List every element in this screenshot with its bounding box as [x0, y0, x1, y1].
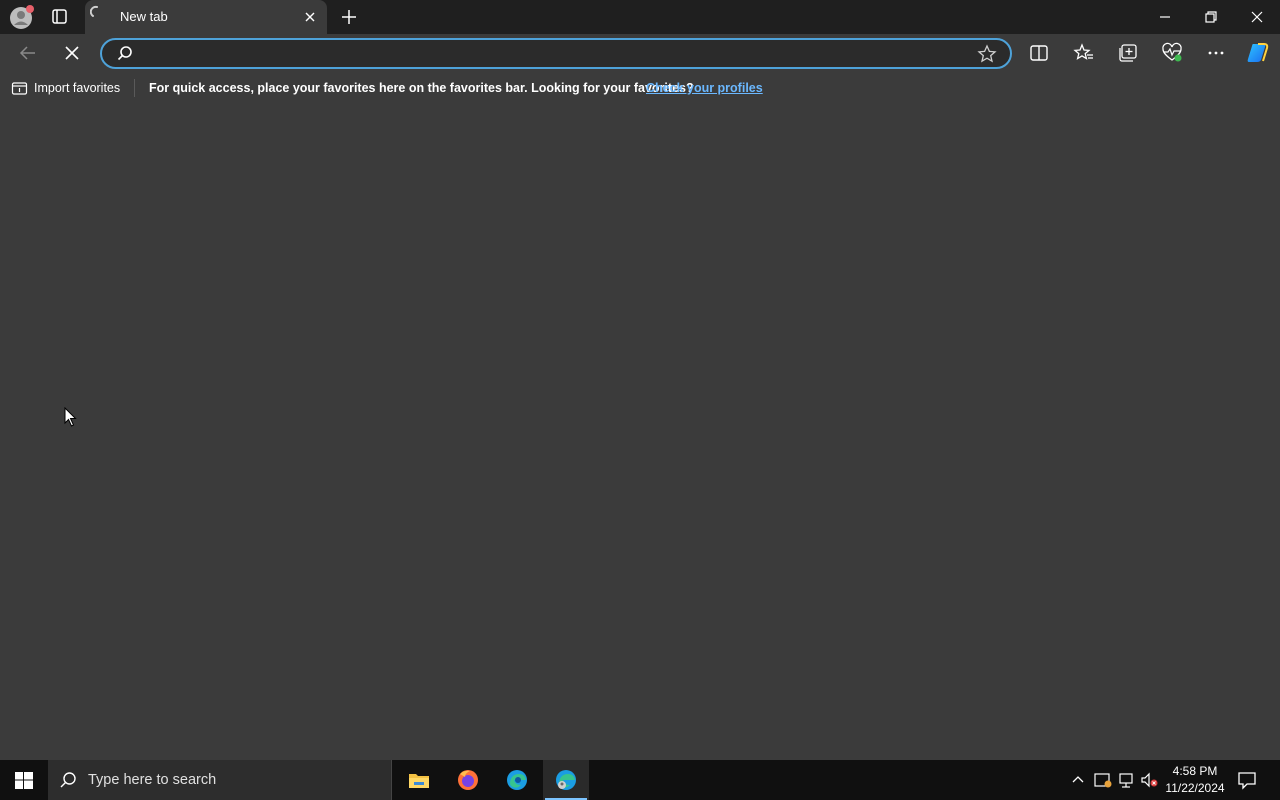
search-icon	[59, 771, 77, 789]
collections-icon[interactable]	[1117, 42, 1139, 64]
windows-icon	[15, 772, 33, 789]
taskbar: Type here to search 4:58 PM 11/22/2024	[0, 760, 1280, 800]
stop-icon[interactable]	[61, 42, 83, 64]
divider	[134, 79, 135, 97]
mouse-cursor-icon	[64, 407, 77, 428]
minimize-icon[interactable]	[1153, 8, 1177, 26]
copilot-icon[interactable]	[1245, 40, 1271, 66]
edge-icon[interactable]	[494, 760, 540, 800]
split-screen-icon[interactable]	[1028, 42, 1050, 64]
firefox-icon[interactable]	[445, 760, 491, 800]
taskbar-search-placeholder: Type here to search	[88, 772, 217, 788]
volume-muted-icon[interactable]	[1140, 771, 1160, 789]
start-button[interactable]	[0, 760, 48, 800]
new-tab-plus-icon[interactable]	[339, 7, 359, 27]
import-favorites-button[interactable]: Import favorites	[11, 79, 120, 97]
heart-pulse-icon[interactable]	[1161, 42, 1183, 64]
restore-icon[interactable]	[1199, 8, 1223, 26]
network-icon[interactable]	[1117, 771, 1137, 789]
page-content	[0, 104, 1280, 760]
clock-time: 4:58 PM	[1172, 764, 1218, 778]
title-bar: New tab	[0, 0, 1280, 34]
favorites-bar: Import favorites For quick access, place…	[0, 72, 1280, 104]
back-arrow-icon[interactable]	[17, 42, 39, 64]
notification-center-icon[interactable]	[1236, 770, 1258, 790]
clock-date: 11/22/2024	[1165, 781, 1225, 795]
taskbar-search-box[interactable]: Type here to search	[48, 760, 392, 800]
loading-spinner-icon	[90, 5, 104, 19]
favorites-bar-message: For quick access, place your favorites h…	[149, 81, 694, 95]
check-your-profiles-link[interactable]: Check your profiles	[646, 81, 763, 95]
address-input[interactable]	[142, 43, 966, 65]
profile-avatar-icon[interactable]	[9, 4, 35, 30]
tab-new-tab[interactable]: New tab	[85, 0, 327, 34]
navigation-toolbar	[0, 34, 1280, 72]
taskbar-clock[interactable]: 4:58 PM 11/22/2024	[1158, 763, 1232, 797]
address-bar[interactable]	[100, 38, 1012, 69]
favorites-icon[interactable]	[1073, 42, 1095, 64]
import-icon	[11, 82, 28, 95]
tab-title: New tab	[120, 9, 168, 24]
import-favorites-label: Import favorites	[34, 81, 121, 95]
tab-actions-icon[interactable]	[49, 7, 71, 27]
show-hidden-icons-chevron-icon[interactable]	[1068, 771, 1088, 789]
edge-dev-icon[interactable]	[543, 760, 589, 800]
search-icon	[117, 45, 134, 62]
add-favorite-star-icon[interactable]	[977, 44, 997, 64]
more-icon[interactable]	[1205, 42, 1227, 64]
file-explorer-icon[interactable]	[396, 760, 442, 800]
security-alert-icon[interactable]	[1093, 771, 1113, 789]
close-tab-icon[interactable]	[302, 9, 318, 25]
window-close-icon[interactable]	[1245, 8, 1269, 26]
